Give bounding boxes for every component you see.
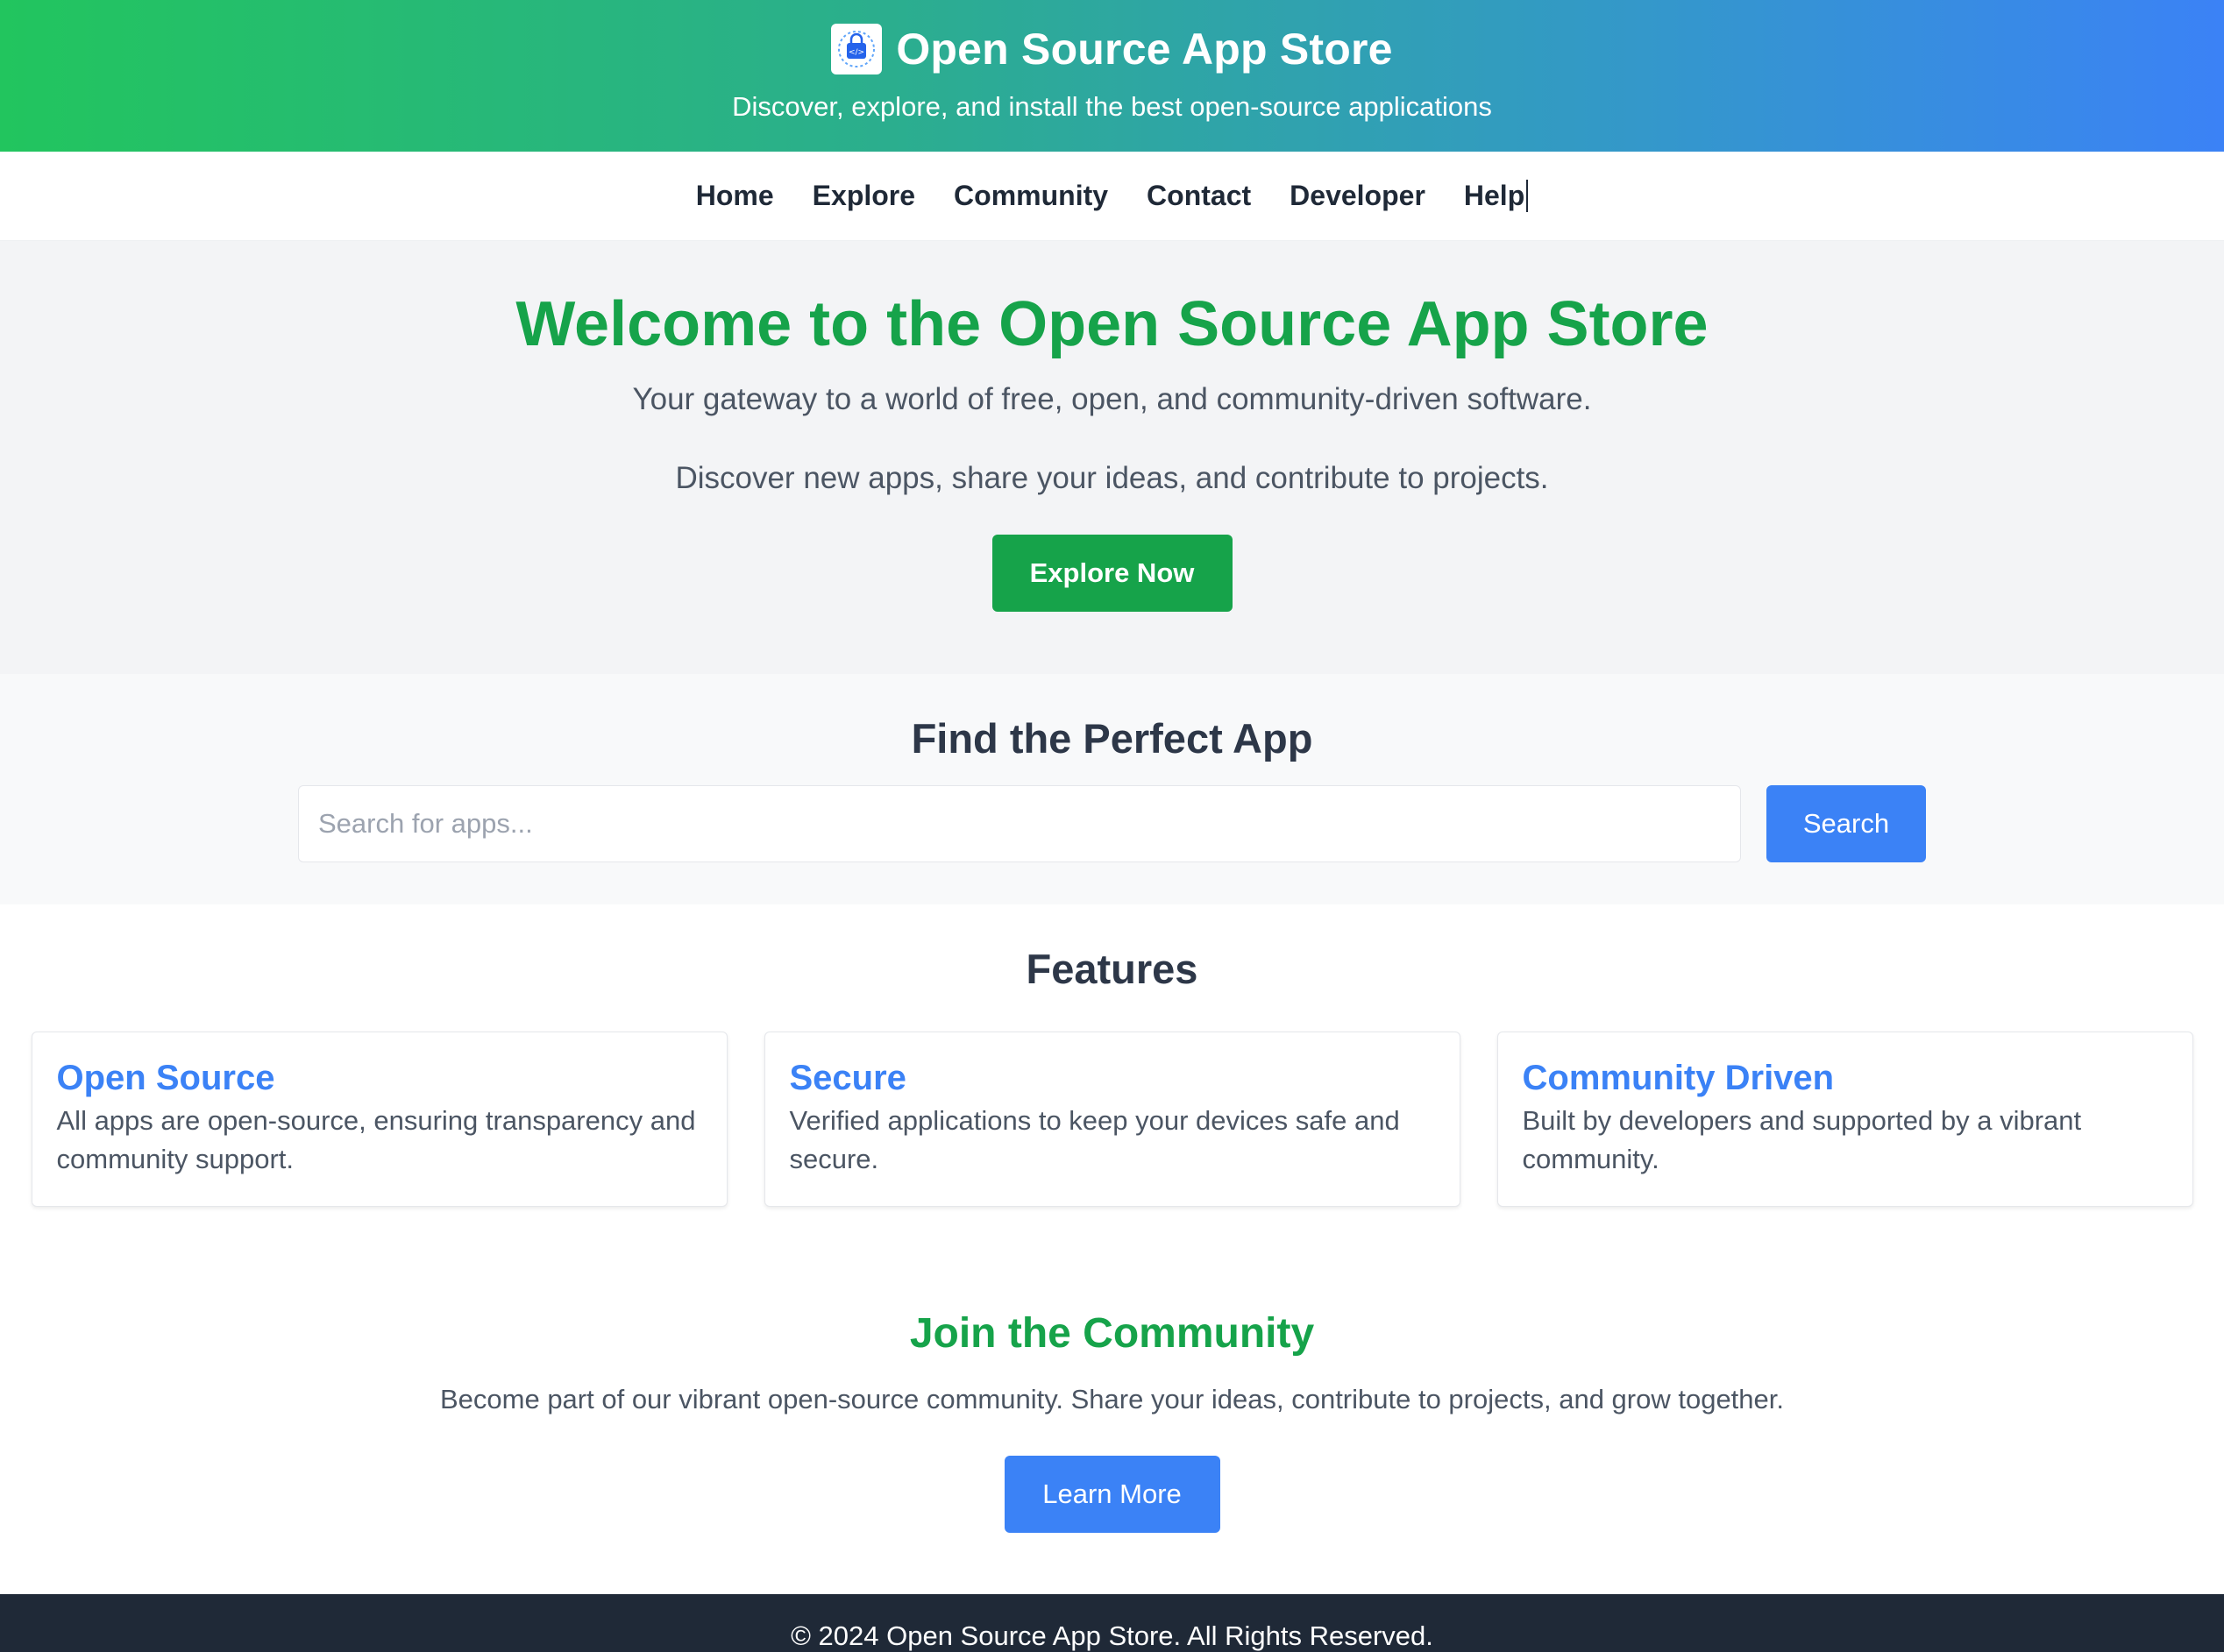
nav-explore[interactable]: Explore	[813, 180, 915, 212]
search-row: Search	[0, 785, 2224, 862]
nav-developer[interactable]: Developer	[1290, 180, 1425, 212]
site-subtitle: Discover, explore, and install the best …	[732, 91, 1492, 122]
site-footer: © 2024 Open Source App Store. All Rights…	[0, 1594, 2224, 1652]
feature-card-community-driven: Community Driven Built by developers and…	[1496, 1032, 2193, 1207]
feature-card-text: Verified applications to keep your devic…	[789, 1105, 1400, 1174]
nav-help[interactable]: Help	[1464, 180, 1529, 212]
nav-home[interactable]: Home	[696, 180, 774, 212]
feature-card-secure: Secure Verified applications to keep you…	[764, 1032, 1460, 1207]
feature-card-text: All apps are open-source, ensuring trans…	[56, 1105, 696, 1174]
svg-text:</>: </>	[849, 48, 864, 57]
hero-section: Welcome to the Open Source App Store You…	[0, 241, 2224, 674]
hero-description: Discover new apps, share your ideas, and…	[675, 460, 1549, 495]
explore-now-button[interactable]: Explore Now	[991, 534, 1233, 612]
community-text: Become part of our vibrant open-source c…	[439, 1384, 1785, 1414]
hero-tagline: Your gateway to a world of free, open, a…	[632, 381, 1592, 416]
feature-card-title: Open Source	[56, 1059, 275, 1097]
feature-card-text: Built by developers and supported by a v…	[1522, 1105, 2082, 1174]
search-button[interactable]: Search	[1766, 785, 1926, 862]
search-input[interactable]	[298, 785, 1741, 862]
site-title: Open Source App Store	[896, 24, 1393, 74]
feature-card-title: Secure	[789, 1059, 906, 1097]
site-header: </> Open Source App Store Discover, expl…	[0, 0, 2224, 152]
community-section: Join the Community Become part of our vi…	[0, 1234, 2224, 1594]
community-title: Join the Community	[909, 1310, 1315, 1357]
learn-more-button[interactable]: Learn More	[1004, 1456, 1220, 1533]
features-section: Features Open Source All apps are open-s…	[0, 904, 2224, 1234]
features-title: Features	[1026, 946, 1198, 992]
app-store-logo-icon[interactable]: </>	[831, 23, 883, 74]
nav-contact[interactable]: Contact	[1147, 180, 1251, 212]
nav-community[interactable]: Community	[954, 180, 1108, 212]
search-title: Find the Perfect App	[911, 715, 1313, 762]
hero-title: Welcome to the Open Source App Store	[515, 289, 1709, 359]
search-section: Find the Perfect App Search	[0, 674, 2224, 904]
feature-card-title: Community Driven	[1522, 1059, 1835, 1097]
feature-cards: Open Source All apps are open-source, en…	[0, 1032, 2224, 1207]
footer-copyright: © 2024 Open Source App Store. All Rights…	[791, 1620, 1433, 1651]
header-title-row: </> Open Source App Store	[0, 0, 2224, 75]
main-nav: Home Explore Community Contact Developer…	[0, 152, 2224, 241]
feature-card-open-source: Open Source All apps are open-source, en…	[31, 1032, 728, 1207]
